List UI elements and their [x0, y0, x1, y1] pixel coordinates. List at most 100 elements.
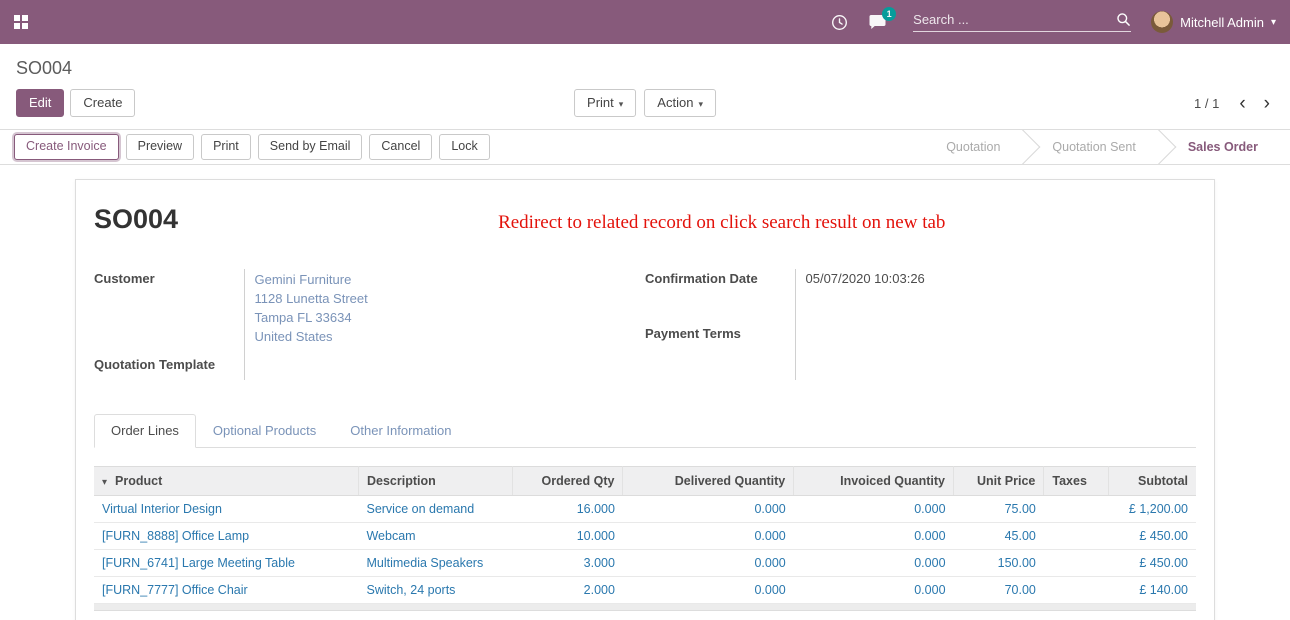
product-cell[interactable]: [FURN_8888] Office Lamp [94, 522, 358, 549]
activities-clock-icon[interactable] [831, 14, 848, 31]
control-panel: Edit Create Print▾ Action ▾ 1 / 1 ‹ › [0, 83, 1290, 129]
description-cell: Switch, 24 ports [358, 576, 512, 603]
expand-caret-icon[interactable]: ▾ [102, 477, 107, 488]
col-taxes-header[interactable]: Taxes [1044, 466, 1109, 495]
col-subtotal-header[interactable]: Subtotal [1109, 466, 1196, 495]
user-menu[interactable]: Mitchell Admin ▾ [1151, 11, 1276, 33]
quotation-template-value[interactable] [244, 355, 645, 380]
tab-order-lines[interactable]: Order Lines [94, 414, 196, 448]
subtotal-cell: £ 450.00 [1109, 522, 1196, 549]
statusbar-buttons: Create Invoice Preview Print Send by Ema… [0, 130, 490, 164]
create-invoice-button[interactable]: Create Invoice [14, 134, 119, 160]
avatar [1151, 11, 1173, 33]
sheet-title-row: SO004 Redirect to related record on clic… [94, 204, 1196, 235]
lock-button[interactable]: Lock [439, 134, 489, 160]
description-cell: Service on demand [358, 495, 512, 522]
notebook-tabs: Order Lines Optional Products Other Info… [94, 414, 1196, 448]
customer-street: 1128 Lunetta Street [255, 290, 646, 309]
search-input[interactable] [913, 12, 1116, 27]
product-cell[interactable]: [FURN_6741] Large Meeting Table [94, 549, 358, 576]
print-menu-label: Print [587, 95, 614, 110]
confirmation-date-value: 05/07/2020 10:03:26 [795, 269, 1196, 324]
payment-terms-value[interactable] [795, 324, 1196, 379]
description-cell: Webcam [358, 522, 512, 549]
action-menu-button[interactable]: Action ▾ [644, 89, 716, 117]
unit-price-cell: 70.00 [954, 576, 1044, 603]
invoiced-qty-cell: 0.000 [794, 549, 954, 576]
description-cell: Multimedia Speakers [358, 549, 512, 576]
right-field-group: Confirmation Date 05/07/2020 10:03:26 Pa… [645, 269, 1196, 379]
payment-terms-field-row: Payment Terms [645, 324, 1196, 379]
col-invoiced-qty-header[interactable]: Invoiced Quantity [794, 466, 954, 495]
tab-other-information[interactable]: Other Information [333, 414, 468, 447]
customer-link[interactable]: Gemini Furniture 1128 Lunetta Street Tam… [255, 271, 646, 346]
col-description-header[interactable]: Description [358, 466, 512, 495]
control-panel-center: Print▾ Action ▾ [574, 89, 716, 117]
customer-city: Tampa FL 33634 [255, 309, 646, 328]
cancel-button[interactable]: Cancel [369, 134, 432, 160]
pager-next-button[interactable]: › [1260, 94, 1274, 113]
invoiced-qty-cell: 0.000 [794, 495, 954, 522]
order-line-row[interactable]: Virtual Interior Design Service on deman… [94, 495, 1196, 522]
tab-optional-products[interactable]: Optional Products [196, 414, 333, 447]
table-footer-strip [94, 604, 1196, 611]
messages-badge: 1 [882, 7, 896, 21]
breadcrumb: SO004 [0, 44, 1290, 83]
taxes-cell [1044, 522, 1109, 549]
invoiced-qty-cell: 0.000 [794, 522, 954, 549]
apps-grid-dot [14, 15, 20, 21]
ordered-qty-cell: 3.000 [513, 549, 623, 576]
order-line-row[interactable]: [FURN_6741] Large Meeting Table Multimed… [94, 549, 1196, 576]
search-icon[interactable] [1116, 12, 1131, 27]
action-menu-label: Action [657, 95, 693, 110]
field-groups: Customer Gemini Furniture 1128 Lunetta S… [94, 269, 1196, 379]
pager: 1 / 1 ‹ › [1194, 94, 1274, 113]
status-quotation[interactable]: Quotation [920, 130, 1026, 164]
chevron-down-icon: ▾ [1271, 17, 1276, 28]
search-box [913, 12, 1131, 32]
navbar-systray: 1 Mitchell Admin ▾ [831, 11, 1276, 33]
product-cell[interactable]: Virtual Interior Design [94, 495, 358, 522]
table-header-row: ▾ Product Description Ordered Qty Deliver… [94, 466, 1196, 495]
annotation-note: Redirect to related record on click sear… [498, 212, 945, 234]
customer-name[interactable]: Gemini Furniture [255, 271, 646, 290]
order-line-row[interactable]: [FURN_8888] Office Lamp Webcam 10.000 0.… [94, 522, 1196, 549]
col-product-header[interactable]: Product [115, 474, 162, 488]
product-cell[interactable]: [FURN_7777] Office Chair [94, 576, 358, 603]
send-by-email-button[interactable]: Send by Email [258, 134, 363, 160]
status-quotation-sent[interactable]: Quotation Sent [1026, 130, 1161, 164]
col-delivered-qty-header[interactable]: Delivered Quantity [623, 466, 794, 495]
confirmation-date-field-row: Confirmation Date 05/07/2020 10:03:26 [645, 269, 1196, 324]
subtotal-cell: £ 1,200.00 [1109, 495, 1196, 522]
delivered-qty-cell: 0.000 [623, 549, 794, 576]
ordered-qty-cell: 16.000 [513, 495, 623, 522]
pager-previous-button[interactable]: ‹ [1235, 94, 1249, 113]
taxes-cell [1044, 549, 1109, 576]
print-menu-button[interactable]: Print▾ [574, 89, 636, 117]
print-button[interactable]: Print [201, 134, 251, 160]
edit-button[interactable]: Edit [16, 89, 64, 117]
quotation-template-field-row: Quotation Template [94, 355, 645, 380]
apps-menu-icon[interactable] [14, 15, 28, 29]
quotation-template-label: Quotation Template [94, 355, 244, 380]
top-navbar: 1 Mitchell Admin ▾ [0, 0, 1290, 44]
form-sheet: SO004 Redirect to related record on clic… [75, 179, 1215, 620]
col-ordered-qty-header[interactable]: Ordered Qty [513, 466, 623, 495]
col-unit-price-header[interactable]: Unit Price [954, 466, 1044, 495]
control-panel-left: Edit Create [16, 89, 135, 117]
preview-button[interactable]: Preview [126, 134, 194, 160]
breadcrumb-record-title: SO004 [16, 58, 72, 78]
user-name: Mitchell Admin [1180, 15, 1264, 30]
messages-icon[interactable]: 1 [868, 14, 887, 30]
taxes-cell [1044, 495, 1109, 522]
chevron-down-icon: ▾ [698, 99, 703, 109]
ordered-qty-cell: 2.000 [513, 576, 623, 603]
order-line-row[interactable]: [FURN_7777] Office Chair Switch, 24 port… [94, 576, 1196, 603]
apps-grid-dot [22, 15, 28, 21]
taxes-cell [1044, 576, 1109, 603]
apps-grid-dot [22, 23, 28, 29]
statusbar: Create Invoice Preview Print Send by Ema… [0, 129, 1290, 165]
status-sales-order[interactable]: Sales Order [1162, 130, 1284, 164]
delivered-qty-cell: 0.000 [623, 576, 794, 603]
create-button[interactable]: Create [70, 89, 135, 117]
